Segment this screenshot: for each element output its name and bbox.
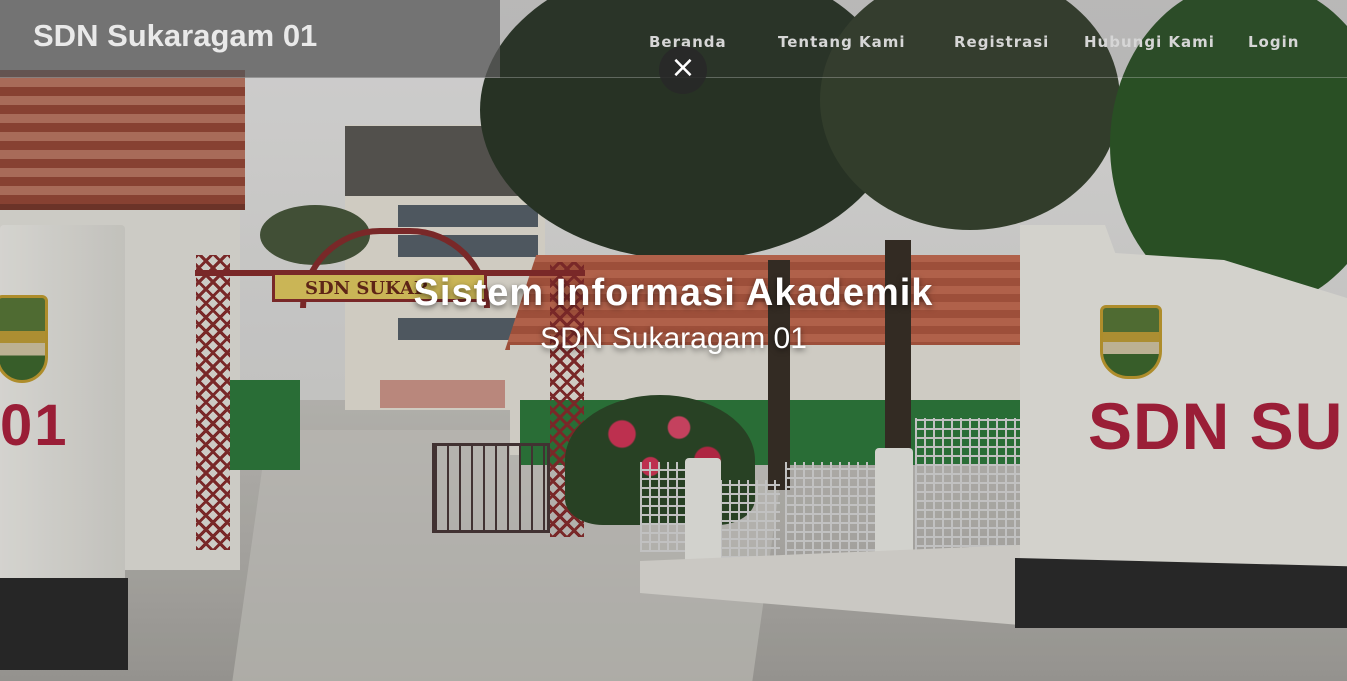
nav-item-registrasi[interactable]: Registrasi <box>954 33 1049 51</box>
hero-title: Sistem Informasi Akademik <box>413 272 934 314</box>
nav-item-login[interactable]: Login <box>1248 33 1299 51</box>
close-icon[interactable]: × <box>659 46 707 94</box>
nav-item-hubungi-kami[interactable]: Hubungi Kami <box>1084 33 1215 51</box>
hero-caption: Sistem Informasi Akademik SDN Sukaragam … <box>0 272 1347 356</box>
nav-item-tentang-kami[interactable]: Tentang Kami <box>778 33 906 51</box>
hero-subtitle: SDN Sukaragam 01 <box>540 322 807 355</box>
